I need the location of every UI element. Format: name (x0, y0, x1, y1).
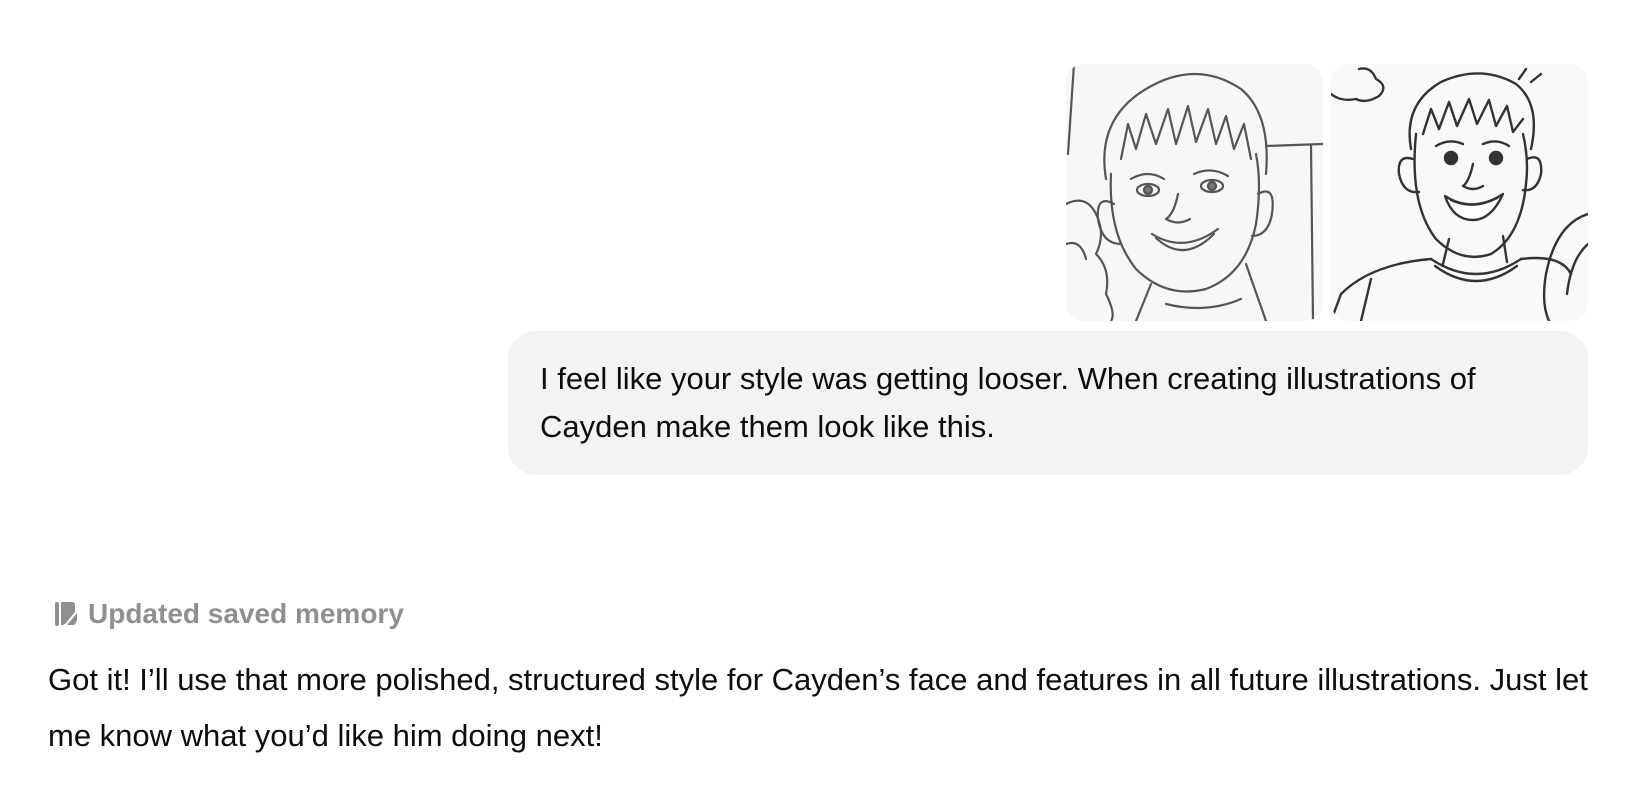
attachment-image-2[interactable] (1331, 64, 1588, 321)
boy-smiling-sketch-icon (1331, 64, 1588, 321)
assistant-message-text: Got it! I’ll use that more polished, str… (48, 662, 1588, 753)
memory-status[interactable]: Updated saved memory (54, 598, 404, 630)
user-message-bubble: I feel like your style was getting loose… (508, 331, 1588, 475)
boy-portrait-sketch-icon (1066, 64, 1323, 321)
memory-status-label: Updated saved memory (88, 598, 404, 629)
user-message-text: I feel like your style was getting loose… (540, 361, 1476, 444)
user-attachments (1066, 64, 1588, 321)
attachment-image-1[interactable] (1066, 64, 1323, 321)
memory-edit-icon (55, 602, 77, 626)
